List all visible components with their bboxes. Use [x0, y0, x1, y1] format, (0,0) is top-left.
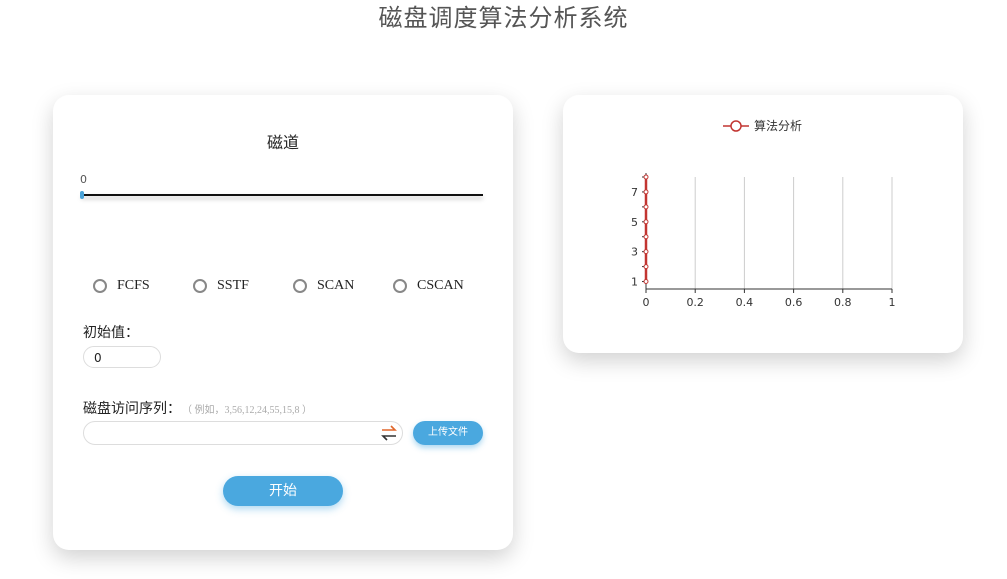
data-point [643, 174, 649, 180]
data-point [643, 219, 649, 225]
initial-value-input[interactable]: 0 [83, 346, 161, 368]
sequence-hint: （ 例如，3,56,12,24,55,15,8 ） [187, 405, 312, 416]
page: 磁盘调度算法分析系统 磁道 0 FCFS SSTF SCAN CSCAN 初始值… [0, 0, 1007, 579]
y-tick-label: 3 [631, 246, 638, 259]
radio-fcfs[interactable]: FCFS [93, 278, 150, 294]
data-point [643, 249, 649, 255]
y-tick-label: 5 [631, 216, 638, 229]
track-slider[interactable] [80, 191, 483, 201]
sequence-label-row: 磁盘访问序列： （ 例如，3,56,12,24,55,15,8 ） [83, 398, 312, 418]
slider-handle[interactable] [80, 191, 84, 199]
radio-label: CSCAN [417, 278, 464, 293]
y-tick-label: 1 [631, 276, 638, 289]
slider-track[interactable] [81, 194, 483, 196]
radio-cscan[interactable]: CSCAN [393, 278, 464, 294]
algorithm-options: FCFS SSTF SCAN CSCAN [93, 278, 493, 298]
line-chart: 0 0.2 0.4 0.6 0.8 1 1 3 5 7 [631, 173, 896, 309]
x-tick-label: 0 [643, 296, 650, 309]
radio-sstf[interactable]: SSTF [193, 278, 249, 294]
radio-circle-icon[interactable] [93, 279, 107, 293]
x-tick-label: 0.2 [686, 296, 704, 309]
radio-label: FCFS [117, 278, 150, 293]
radio-scan[interactable]: SCAN [293, 278, 354, 294]
start-button[interactable]: 开始 [223, 476, 343, 506]
x-tick-label: 0.8 [834, 296, 852, 309]
sequence-label: 磁盘访问序列： [83, 401, 181, 417]
swap-arrows-icon[interactable] [380, 425, 398, 441]
data-point [643, 264, 649, 270]
initial-value-label: 初始值： [83, 325, 139, 341]
data-point [643, 189, 649, 195]
upload-file-button[interactable]: 上传文件 [413, 421, 483, 445]
radio-circle-icon[interactable] [193, 279, 207, 293]
data-point [643, 234, 649, 240]
radio-circle-icon[interactable] [293, 279, 307, 293]
y-tick-label: 7 [631, 186, 638, 199]
x-tick-label: 1 [889, 296, 896, 309]
data-point [643, 204, 649, 210]
track-title: 磁道 [266, 133, 299, 152]
x-tick-label: 0.6 [785, 296, 803, 309]
control-panel: 磁道 0 FCFS SSTF SCAN CSCAN 初始值： 0 磁盘访问序列：… [53, 95, 513, 550]
data-point [643, 279, 649, 285]
x-tick-label: 0.4 [736, 296, 754, 309]
slider-value: 0 [80, 173, 87, 186]
sequence-input[interactable] [83, 421, 403, 445]
radio-circle-icon[interactable] [393, 279, 407, 293]
page-title: 磁盘调度算法分析系统 [378, 4, 629, 32]
radio-label: SCAN [317, 278, 355, 293]
radio-label: SSTF [217, 278, 249, 293]
chart-panel: 算法分析 0 0.2 0.4 0.6 0.8 1 1 3 5 7 [563, 95, 963, 353]
